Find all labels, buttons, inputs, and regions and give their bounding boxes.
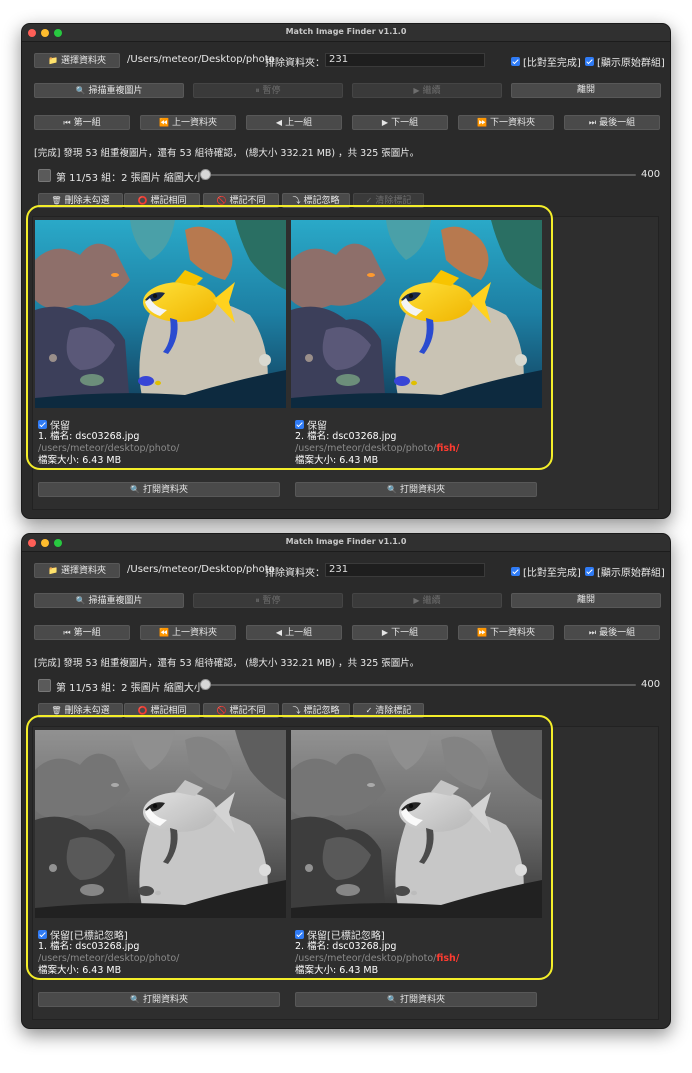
leave-button[interactable]: 離開 — [511, 593, 661, 608]
zoom-value: 400 — [641, 169, 661, 180]
prev-group-button[interactable]: ◀ 上一組 — [246, 625, 342, 640]
first-icon: ⏮ — [63, 118, 71, 127]
prev-group-button[interactable]: ◀ 上一組 — [246, 115, 342, 130]
prev-folder-icon: ⏪ — [159, 628, 169, 637]
window-title: Match Image Finder v1.1.0 — [285, 537, 407, 546]
next-icon: ▶ — [381, 628, 389, 637]
prev-folder-button[interactable]: ⏪ 上一資料夾 — [140, 115, 236, 130]
next-folder-icon: ⏩ — [477, 118, 487, 127]
open-folder-button[interactable]: 🔍 打開資料夾 — [38, 992, 280, 1007]
pause-button[interactable]: ⏸ 暫停 — [193, 83, 343, 98]
magnifier-icon: 🔍 — [75, 86, 86, 95]
magnifier-icon: 🔍 — [130, 485, 140, 494]
group-info: 第 11/53 組：2 張圖片 縮圖大小 — [56, 683, 204, 694]
highlight-ring — [26, 205, 553, 470]
prev-icon: ◀ — [275, 118, 283, 127]
leave-button[interactable]: 離開 — [511, 83, 661, 98]
pause-icon: ⏸ — [255, 86, 260, 95]
folder-icon: 📁 — [48, 566, 58, 575]
next-folder-icon: ⏩ — [477, 628, 487, 637]
status-text: [完成] 發現 53 組重複圖片，還有 53 組待確認， (總大小 332.21… — [34, 658, 420, 669]
last-icon: ⏭ — [588, 118, 597, 127]
open-folder-button[interactable]: 🔍 打開資料夾 — [38, 482, 280, 497]
play-icon: ▶ — [413, 596, 420, 605]
compare-done-checkbox[interactable]: [比對至完成] — [511, 54, 581, 69]
last-icon: ⏭ — [588, 628, 597, 637]
status-text: [完成] 發現 53 組重複圖片，還有 53 組待確認， (總大小 332.21… — [34, 148, 420, 159]
title-bar: Match Image Finder v1.1.0 — [22, 24, 670, 42]
scan-button[interactable]: 🔍 掃描重複圖片 — [34, 593, 184, 608]
pause-icon: ⏸ — [255, 596, 260, 605]
pause-button[interactable]: ⏸ 暫停 — [193, 593, 343, 608]
choose-folder-button[interactable]: 📁 選擇資料夾 — [34, 53, 120, 68]
last-group-button[interactable]: ⏭ 最後一組 — [564, 625, 660, 640]
zoom-value: 400 — [641, 679, 661, 690]
magnifier-icon: 🔍 — [130, 995, 140, 1004]
continue-button[interactable]: ▶ 繼續 — [352, 83, 502, 98]
prev-icon: ◀ — [275, 628, 283, 637]
next-icon: ▶ — [381, 118, 389, 127]
last-group-button[interactable]: ⏭ 最後一組 — [564, 115, 660, 130]
home-icon[interactable] — [38, 679, 51, 692]
open-folder-button[interactable]: 🔍 打開資料夾 — [295, 482, 537, 497]
next-folder-button[interactable]: ⏩ 下一資料夾 — [458, 625, 554, 640]
checkbox-checked — [511, 567, 520, 576]
compare-done-checkbox[interactable]: [比對至完成] — [511, 564, 581, 579]
exclude-label: 排除資料夾： — [265, 58, 325, 69]
slider-knob[interactable] — [200, 679, 211, 690]
show-original-checkbox[interactable]: [顯示原始群組] — [585, 54, 665, 69]
choose-folder-button[interactable]: 📁 選擇資料夾 — [34, 563, 120, 578]
magnifier-icon: 🔍 — [75, 596, 86, 605]
folder-path: /Users/meteor/Desktop/photo — [127, 564, 275, 575]
prev-folder-button[interactable]: ⏪ 上一資料夾 — [140, 625, 236, 640]
group-info: 第 11/53 組：2 張圖片 縮圖大小 — [56, 173, 204, 184]
exclude-folder-input[interactable]: 231 — [325, 563, 485, 577]
show-original-checkbox[interactable]: [顯示原始群組] — [585, 564, 665, 579]
play-icon: ▶ — [413, 86, 420, 95]
home-icon[interactable] — [38, 169, 51, 182]
magnifier-icon: 🔍 — [387, 485, 397, 494]
continue-button[interactable]: ▶ 繼續 — [352, 593, 502, 608]
checkbox-checked — [585, 57, 594, 66]
highlight-ring — [26, 715, 553, 980]
window-title: Match Image Finder v1.1.0 — [285, 27, 407, 36]
checkbox-checked — [511, 57, 520, 66]
next-group-button[interactable]: ▶ 下一組 — [352, 115, 448, 130]
magnifier-icon: 🔍 — [387, 995, 397, 1004]
first-group-button[interactable]: ⏮ 第一組 — [34, 625, 130, 640]
title-bar: Match Image Finder v1.1.0 — [22, 534, 670, 552]
thumbnail-size-slider[interactable] — [204, 174, 636, 176]
prev-folder-icon: ⏪ — [159, 118, 169, 127]
thumbnail-size-slider[interactable] — [204, 684, 636, 686]
open-folder-button[interactable]: 🔍 打開資料夾 — [295, 992, 537, 1007]
folder-icon: 📁 — [48, 56, 58, 65]
checkbox-checked — [585, 567, 594, 576]
slider-knob[interactable] — [200, 169, 211, 180]
next-folder-button[interactable]: ⏩ 下一資料夾 — [458, 115, 554, 130]
first-icon: ⏮ — [63, 628, 71, 637]
next-group-button[interactable]: ▶ 下一組 — [352, 625, 448, 640]
scan-button[interactable]: 🔍 掃描重複圖片 — [34, 83, 184, 98]
folder-path: /Users/meteor/Desktop/photo — [127, 54, 275, 65]
first-group-button[interactable]: ⏮ 第一組 — [34, 115, 130, 130]
exclude-label: 排除資料夾： — [265, 568, 325, 579]
exclude-folder-input[interactable]: 231 — [325, 53, 485, 67]
